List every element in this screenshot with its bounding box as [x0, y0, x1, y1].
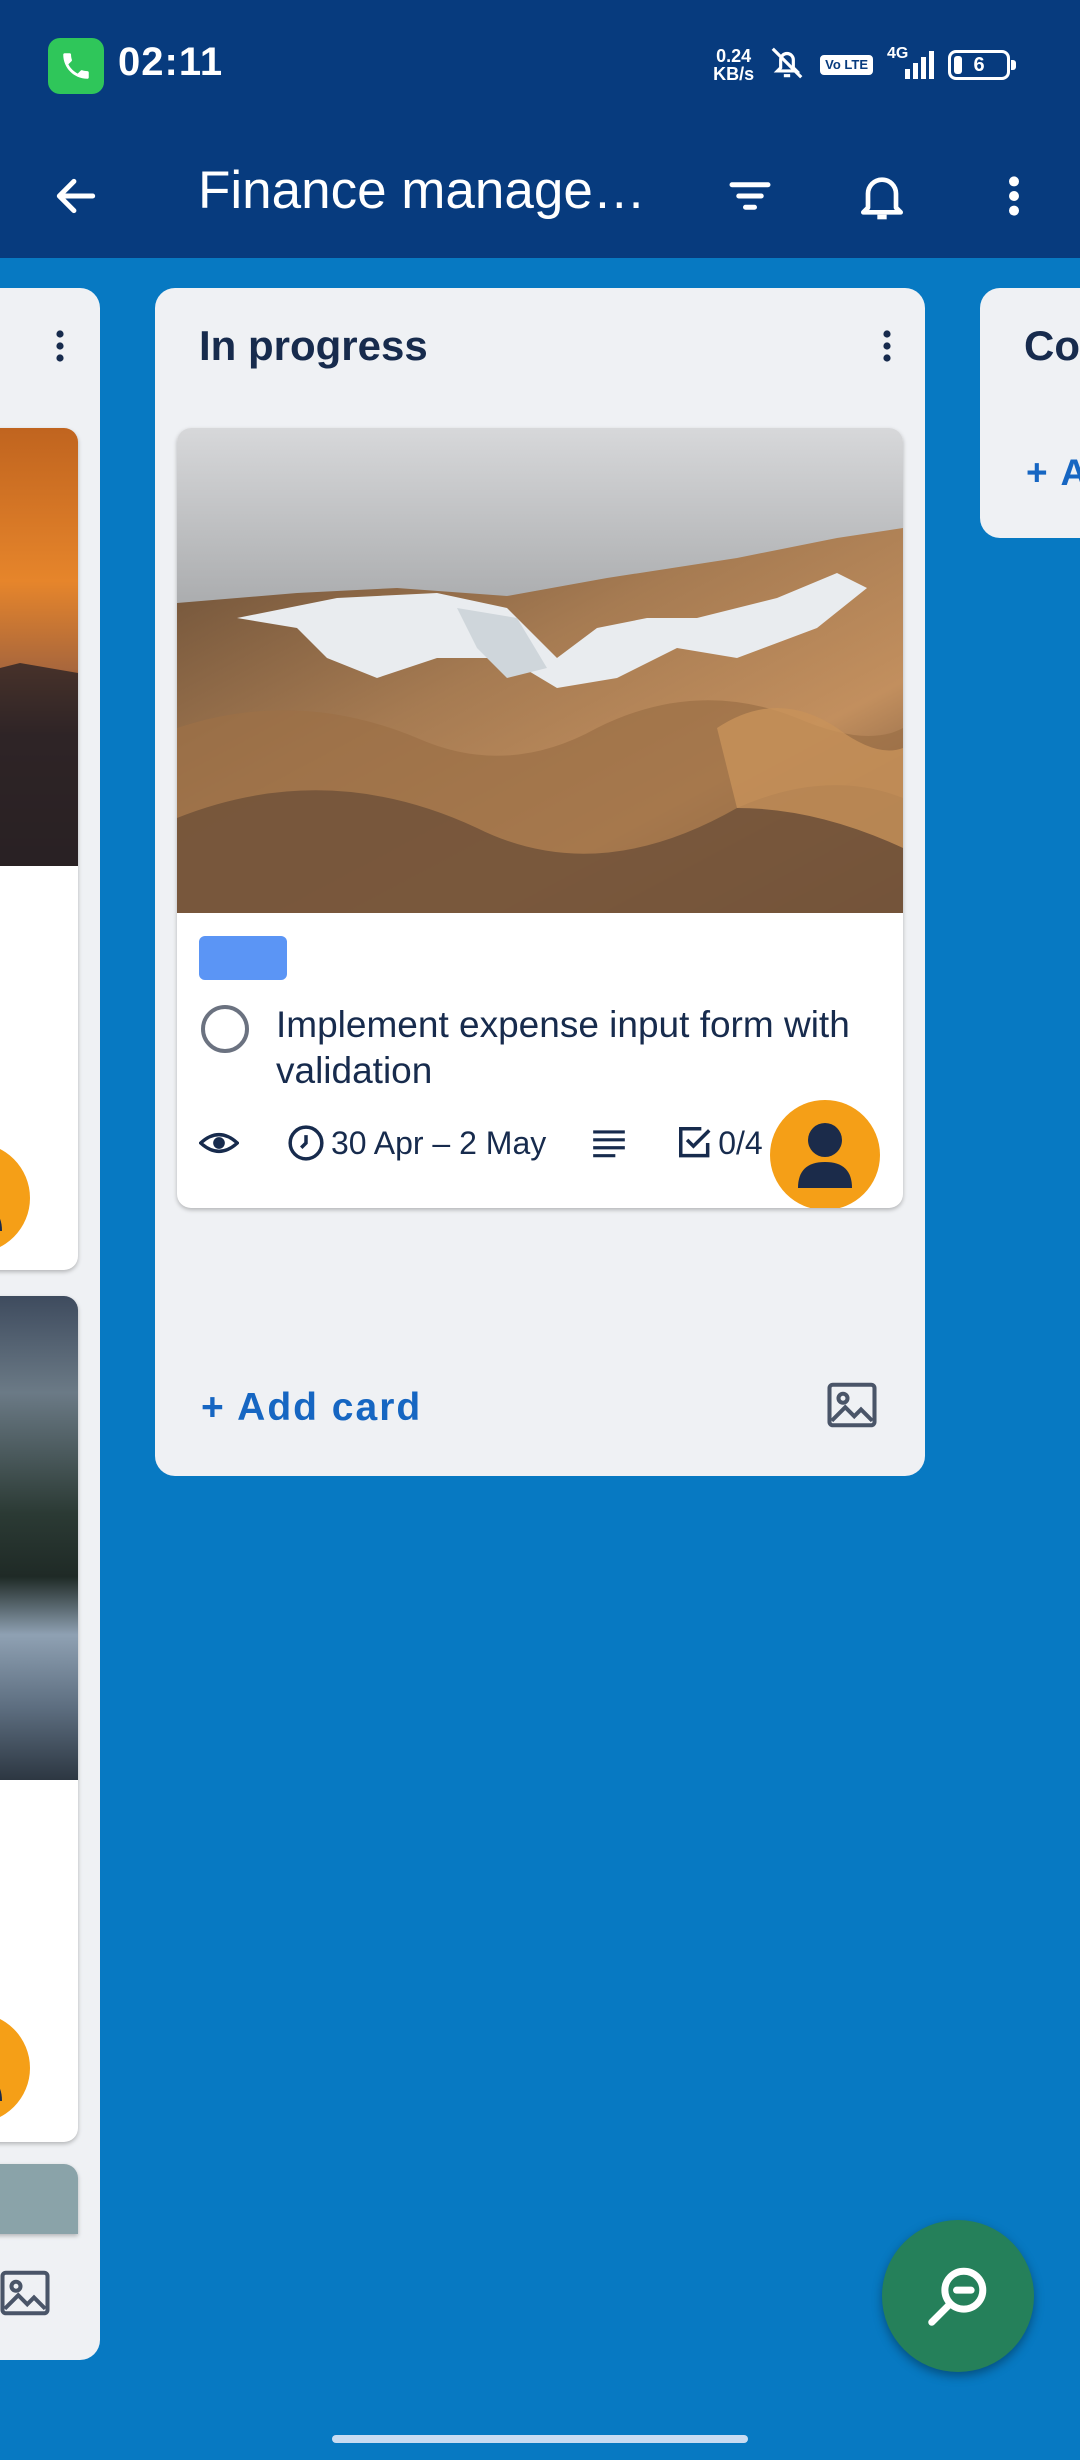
list-menu-button[interactable] — [40, 316, 80, 376]
app-bar: Finance manage… — [0, 130, 1080, 258]
phone-call-icon[interactable] — [48, 38, 104, 94]
network-speed-unit: KB/s — [713, 64, 755, 84]
image-icon — [827, 1382, 877, 1428]
list-card[interactable] — [0, 1296, 78, 2142]
overflow-menu-button[interactable] — [978, 160, 1050, 232]
signal-strength-icon: 4G — [887, 45, 934, 79]
clock-icon — [287, 1124, 325, 1162]
more-vertical-icon — [56, 330, 64, 362]
list-menu-button[interactable] — [867, 316, 907, 376]
card-cover-image — [0, 428, 78, 866]
member-avatar[interactable] — [0, 2013, 30, 2123]
checklist-count: 0/4 — [718, 1124, 763, 1161]
more-vertical-icon — [883, 330, 891, 362]
status-bar: 02:11 0.24 KB/s Vo LTE 4G 6 — [0, 0, 1080, 130]
person-icon — [798, 1123, 852, 1188]
image-icon — [0, 2270, 50, 2316]
more-vertical-icon — [1009, 176, 1019, 216]
add-card-button[interactable]: + Add card — [201, 1386, 422, 1430]
add-card-button[interactable]: + A — [1026, 452, 1080, 494]
description-icon — [590, 1128, 628, 1158]
due-dates: 30 Apr – 2 May — [331, 1124, 547, 1161]
bell-off-icon — [768, 44, 806, 87]
network-speed-value: 0.24 — [716, 46, 752, 66]
network-speed: 0.24 KB/s — [713, 47, 754, 83]
card-badges: 30 Apr – 2 May 0/4 — [199, 1118, 763, 1168]
card-cover-image — [177, 428, 903, 913]
card-cover-image — [0, 1296, 78, 1780]
complete-checkbox[interactable] — [201, 1005, 249, 1053]
list-card[interactable] — [0, 428, 78, 1270]
bell-icon — [861, 177, 903, 220]
checklist-icon — [676, 1124, 714, 1162]
add-image-button[interactable] — [0, 2268, 52, 2323]
card-title: Implement expense input form with valida… — [276, 1004, 850, 1091]
arrow-left-icon — [56, 178, 96, 214]
card-cover-image — [0, 2164, 78, 2234]
filter-button[interactable] — [714, 160, 786, 232]
network-type: 4G — [887, 45, 909, 62]
list-title[interactable]: Co — [1024, 322, 1080, 370]
member-avatar[interactable] — [0, 1143, 30, 1253]
status-icons: 0.24 KB/s Vo LTE 4G 6 — [713, 40, 1016, 90]
board-title: Finance manage… — [198, 161, 646, 220]
battery-icon: 6 — [948, 50, 1016, 80]
status-time: 02:11 — [118, 40, 224, 84]
search-fab[interactable] — [882, 2220, 1034, 2372]
list-in-progress: In progress Implement expense input form… — [155, 288, 925, 1476]
zoom-search-icon — [928, 2267, 987, 2326]
volte-badge: Vo LTE — [820, 55, 873, 75]
home-indicator[interactable] — [332, 2435, 748, 2443]
back-button[interactable] — [40, 160, 112, 232]
add-card-with-image-button[interactable] — [825, 1380, 879, 1435]
list-title[interactable]: In progress — [199, 322, 428, 370]
person-icon — [0, 1218, 2, 1231]
member-avatar[interactable] — [770, 1100, 880, 1208]
card-label — [199, 936, 287, 980]
watching-eye-icon — [199, 1128, 239, 1158]
list-left-partial — [0, 288, 100, 2360]
list-right-partial: Co + A — [980, 288, 1080, 538]
filter-icon — [729, 182, 771, 210]
list-card[interactable] — [0, 2164, 78, 2234]
person-icon — [0, 2088, 2, 2101]
list-card[interactable]: Implement expense input form with valida… — [177, 428, 903, 1208]
notifications-button[interactable] — [846, 160, 918, 232]
battery-level: 6 — [973, 53, 985, 76]
